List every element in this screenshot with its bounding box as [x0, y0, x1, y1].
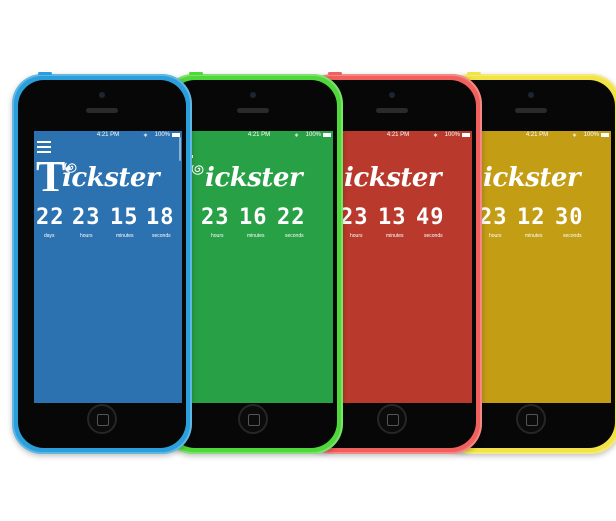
countdown-hours: 23 [201, 205, 230, 230]
front-camera [528, 92, 534, 98]
logo-word: ickster [62, 163, 160, 193]
unit-minutes: minutes [386, 233, 404, 239]
unit-hours: hours [80, 233, 93, 239]
countdown-minutes: 13 [378, 205, 407, 230]
bluetooth-icon: ∗ [293, 133, 299, 139]
status-bar: 4:21 PM ∗ 100% [324, 131, 472, 141]
countdown-minutes: 15 [110, 205, 139, 230]
battery-icon [323, 133, 331, 137]
battery-percent: 100% [583, 132, 599, 138]
phone-face: 4:21 PM ∗ 100% ickster 2 23 16 22 hours … [169, 80, 337, 448]
logo-word: ickster [205, 163, 303, 193]
home-button[interactable] [87, 404, 117, 434]
countdown: 2 23 13 49 hours minutes seconds [324, 207, 472, 247]
phone-blue: 4:21 PM ∗ 100% T ickster 22 23 15 18 day… [12, 72, 192, 454]
unit-minutes: minutes [525, 233, 543, 239]
front-camera [250, 92, 256, 98]
app-logo: ickster [324, 151, 472, 201]
app-screen: 4:21 PM ∗ 100% ickster 23 12 30 hours mi… [463, 131, 611, 403]
logo-initial: T [36, 152, 66, 201]
battery-percent: 100% [444, 132, 460, 138]
countdown-seconds: 22 [277, 205, 306, 230]
home-button[interactable] [516, 404, 546, 434]
unit-hours: hours [211, 233, 224, 239]
countdown: 23 12 30 hours minutes seconds [463, 207, 611, 247]
earpiece-speaker [86, 108, 118, 113]
battery-percent: 100% [154, 132, 170, 138]
phone-face: 4:21 PM ∗ 100% T ickster 22 23 15 18 day… [18, 80, 186, 448]
battery-icon [462, 133, 470, 137]
unit-seconds: seconds [424, 233, 443, 239]
app-screen: 4:21 PM ∗ 100% ickster 2 23 16 22 hours … [185, 131, 333, 403]
battery-percent: 100% [305, 132, 321, 138]
front-camera [99, 92, 105, 98]
status-bar: 4:21 PM ∗ 100% [34, 131, 182, 141]
home-button[interactable] [377, 404, 407, 434]
countdown-seconds: 49 [416, 205, 445, 230]
countdown-hours: 23 [340, 205, 369, 230]
home-button[interactable] [238, 404, 268, 434]
status-bar: 4:21 PM ∗ 100% [463, 131, 611, 141]
unit-hours: hours [489, 233, 502, 239]
app-logo: ickster [185, 151, 333, 201]
unit-hours: hours [350, 233, 363, 239]
unit-minutes: minutes [247, 233, 265, 239]
status-bar: 4:21 PM ∗ 100% [185, 131, 333, 141]
countdown-minutes: 16 [239, 205, 268, 230]
countdown-days: 22 [36, 205, 65, 230]
front-camera [389, 92, 395, 98]
countdown: 2 23 16 22 hours minutes seconds [185, 207, 333, 247]
countdown-seconds: 30 [555, 205, 584, 230]
earpiece-speaker [237, 108, 269, 113]
unit-seconds: seconds [152, 233, 171, 239]
countdown-minutes: 12 [517, 205, 546, 230]
bluetooth-icon: ∗ [142, 133, 148, 139]
countdown-hours: 23 [72, 205, 101, 230]
app-screen: 4:21 PM ∗ 100% T ickster 22 23 15 18 day… [34, 131, 182, 403]
unit-days: days [44, 233, 55, 239]
earpiece-speaker [376, 108, 408, 113]
logo-word: ickster [344, 163, 442, 193]
logo-word: ickster [483, 163, 581, 193]
bluetooth-icon: ∗ [571, 133, 577, 139]
app-logo: ickster [463, 151, 611, 201]
bluetooth-icon: ∗ [432, 133, 438, 139]
unit-seconds: seconds [285, 233, 304, 239]
battery-icon [601, 133, 609, 137]
unit-seconds: seconds [563, 233, 582, 239]
earpiece-speaker [515, 108, 547, 113]
countdown-hours: 23 [479, 205, 508, 230]
countdown: 22 23 15 18 days hours minutes seconds [34, 207, 182, 247]
app-logo: T ickster [34, 151, 182, 201]
app-screen: 4:21 PM ∗ 100% ickster 2 23 13 49 hours … [324, 131, 472, 403]
unit-minutes: minutes [116, 233, 134, 239]
countdown-seconds: 18 [146, 205, 175, 230]
